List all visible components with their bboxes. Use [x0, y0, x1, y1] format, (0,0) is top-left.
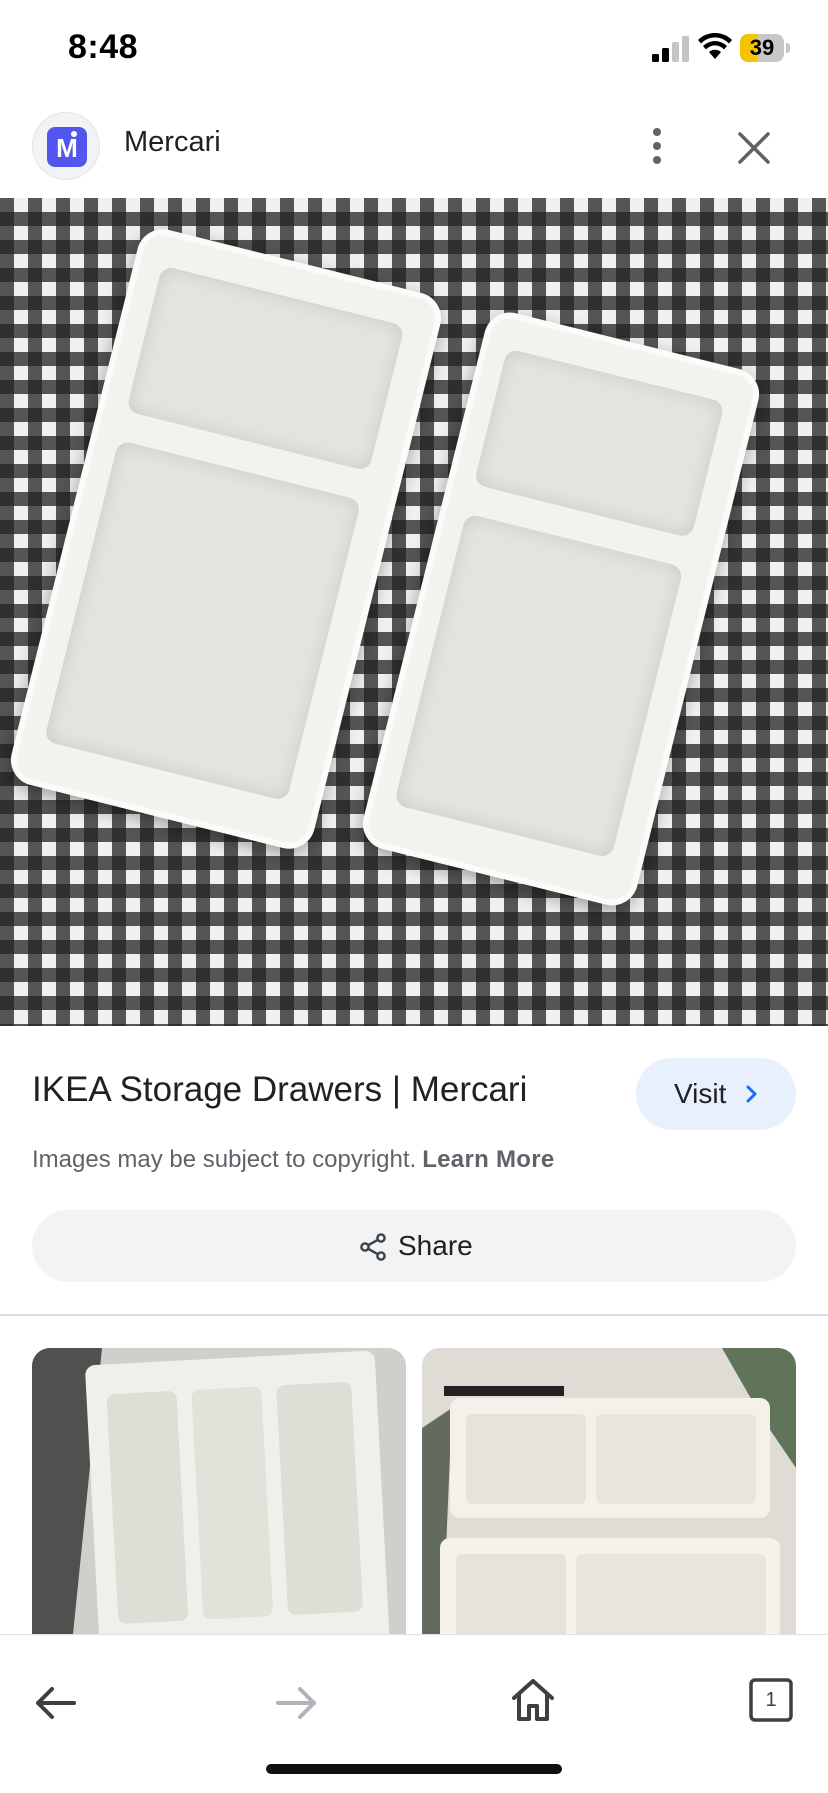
copyright-text: Images may be subject to copyright. — [32, 1146, 417, 1173]
battery-percent: 39 — [749, 35, 775, 60]
related-image-1[interactable] — [32, 1348, 406, 1644]
wifi-icon — [698, 33, 732, 59]
source-header: M Mercari — [0, 100, 828, 198]
share-label: Share — [398, 1230, 473, 1261]
cellular-signal-icon — [652, 36, 689, 62]
tab-count: 1 — [765, 1689, 777, 1711]
copyright-notice: Images may be subject to copyright. Learn… — [32, 1146, 555, 1174]
tab-switcher-button[interactable]: 1 — [748, 1677, 794, 1723]
page-title[interactable]: IKEA Storage Drawers | Mercari — [32, 1070, 527, 1110]
result-title-row: IKEA Storage Drawers | Mercari Visit — [0, 1026, 828, 1146]
visit-label: Visit — [674, 1078, 727, 1109]
share-button[interactable]: Share — [32, 1210, 796, 1282]
battery-indicator: 39 — [740, 34, 792, 62]
logo-letter: M — [47, 127, 87, 167]
status-bar: 8:48 39 — [0, 0, 828, 100]
main-product-image[interactable] — [0, 198, 828, 1026]
divider — [0, 1314, 828, 1316]
storage-trays-image — [422, 1348, 796, 1644]
status-time: 8:48 — [68, 28, 139, 66]
share-icon — [360, 1233, 386, 1261]
arrow-forward-icon[interactable] — [270, 1677, 322, 1729]
chevron-right-icon — [746, 1085, 757, 1103]
learn-more-link[interactable]: Learn More — [422, 1146, 554, 1173]
home-indicator — [266, 1764, 562, 1774]
visit-button[interactable]: Visit — [636, 1058, 796, 1130]
more-vert-icon[interactable] — [642, 116, 672, 176]
arrow-back-icon[interactable] — [30, 1677, 82, 1729]
cutlery-tray-image — [32, 1348, 406, 1644]
mercari-logo[interactable]: M — [32, 112, 100, 180]
close-icon[interactable] — [726, 120, 782, 176]
related-image-2[interactable] — [422, 1348, 796, 1644]
home-icon[interactable] — [506, 1673, 560, 1727]
site-name[interactable]: Mercari — [124, 126, 221, 159]
